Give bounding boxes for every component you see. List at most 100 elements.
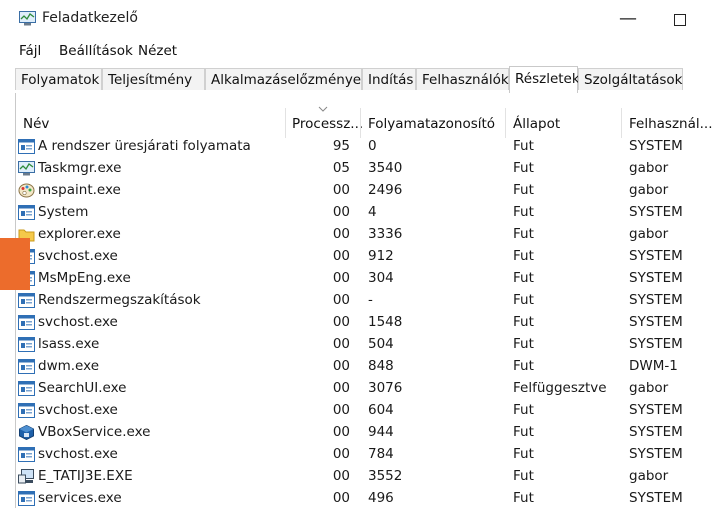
- highlight-marker: [0, 238, 30, 290]
- process-name: mspaint.exe: [38, 182, 121, 198]
- window-icon: [18, 139, 35, 154]
- table-row[interactable]: MsMpEng.exe 00 304 Fut SYSTEM: [16, 268, 721, 290]
- minimize-button[interactable]: —: [613, 6, 643, 34]
- task-manager-icon: [19, 11, 36, 26]
- maximize-button[interactable]: [665, 6, 695, 34]
- process-name: Rendszermegszakítások: [38, 292, 201, 308]
- process-user: SYSTEM: [629, 402, 683, 418]
- process-name: VBoxService.exe: [38, 424, 151, 440]
- tab-processes[interactable]: Folyamatok: [15, 68, 102, 90]
- menu-file[interactable]: Fájl: [19, 43, 41, 59]
- table-row[interactable]: System 00 4 Fut SYSTEM: [16, 202, 721, 224]
- process-status: Fut: [513, 138, 534, 154]
- window-icon: [18, 403, 35, 418]
- process-pid: -: [368, 292, 373, 308]
- process-name: System: [38, 204, 89, 220]
- process-pid: 3552: [368, 468, 403, 484]
- column-header-name[interactable]: Név: [23, 116, 49, 138]
- window-icon: [18, 293, 35, 308]
- process-status: Fut: [513, 314, 534, 330]
- process-name: E_TATIJ3E.EXE: [38, 468, 133, 484]
- process-pid: 3540: [368, 160, 403, 176]
- tab-services[interactable]: Szolgáltatások: [578, 68, 683, 90]
- column-header-pid[interactable]: Folyamatazonosító: [368, 116, 495, 138]
- tab-bar: Folyamatok Teljesítmény Alkalmazáselőzmé…: [15, 66, 721, 94]
- process-cpu: 00: [332, 314, 350, 330]
- maximize-icon: [674, 14, 686, 26]
- window-icon: [18, 381, 35, 396]
- table-row[interactable]: SearchUI.exe 00 3076 Felfüggesztve gabor: [16, 378, 721, 400]
- window-title: Feladatkezelő: [42, 10, 138, 26]
- process-cpu: 00: [332, 182, 350, 198]
- process-status: Fut: [513, 182, 534, 198]
- table-row[interactable]: svchost.exe 00 604 Fut SYSTEM: [16, 400, 721, 422]
- window-icon: [18, 205, 35, 220]
- table-row[interactable]: Taskmgr.exe 05 3540 Fut gabor: [16, 158, 721, 180]
- table-row[interactable]: explorer.exe 00 3336 Fut gabor: [16, 224, 721, 246]
- computer-icon: [18, 469, 34, 484]
- table-row[interactable]: A rendszer üresjárati folyamata 95 0 Fut…: [16, 136, 721, 158]
- table-row[interactable]: svchost.exe 00 912 Fut SYSTEM: [16, 246, 721, 268]
- process-user: DWM-1: [629, 358, 678, 374]
- column-header-cpu[interactable]: Processz...: [292, 116, 363, 138]
- process-pid: 496: [368, 490, 394, 506]
- column-divider[interactable]: [505, 108, 506, 138]
- table-row[interactable]: VBoxService.exe 00 944 Fut SYSTEM: [16, 422, 721, 444]
- process-cpu: 00: [332, 402, 350, 418]
- tab-startup[interactable]: Indítás: [362, 68, 416, 90]
- column-header-user[interactable]: Felhasznál...: [629, 116, 713, 138]
- process-user: SYSTEM: [629, 424, 683, 440]
- process-user: SYSTEM: [629, 270, 683, 286]
- process-status: Fut: [513, 160, 534, 176]
- process-name: svchost.exe: [38, 248, 118, 264]
- menu-bar: Fájl Beállítások Nézet: [0, 40, 721, 64]
- tab-performance[interactable]: Teljesítmény: [102, 68, 205, 90]
- process-pid: 784: [368, 446, 394, 462]
- task-manager-icon: [18, 161, 35, 176]
- process-cpu: 00: [332, 204, 350, 220]
- process-status: Fut: [513, 292, 534, 308]
- process-status: Fut: [513, 336, 534, 352]
- window-icon: [18, 491, 35, 506]
- table-row[interactable]: E_TATIJ3E.EXE 00 3552 Fut gabor: [16, 466, 721, 488]
- menu-view[interactable]: Nézet: [138, 43, 177, 59]
- column-divider[interactable]: [621, 108, 622, 138]
- column-divider[interactable]: [285, 108, 286, 138]
- process-cpu: 00: [332, 446, 350, 462]
- menu-options[interactable]: Beállítások: [59, 43, 133, 59]
- process-pid: 2496: [368, 182, 403, 198]
- process-user: gabor: [629, 468, 669, 484]
- process-status: Fut: [513, 248, 534, 264]
- table-row[interactable]: services.exe 00 496 Fut SYSTEM: [16, 488, 721, 510]
- table-row[interactable]: dwm.exe 00 848 Fut DWM-1: [16, 356, 721, 378]
- virtualbox-icon: [19, 425, 34, 440]
- tab-users[interactable]: Felhasználók: [416, 68, 509, 90]
- process-pid: 1548: [368, 314, 403, 330]
- tab-details[interactable]: Részletek: [509, 66, 580, 94]
- process-user: gabor: [629, 182, 669, 198]
- title-bar: Feladatkezelő —: [0, 0, 721, 40]
- paint-icon: [18, 183, 35, 198]
- process-name: dwm.exe: [38, 358, 100, 374]
- process-status: Fut: [513, 402, 534, 418]
- process-cpu: 00: [332, 468, 350, 484]
- window-icon: [18, 337, 35, 352]
- column-header-status[interactable]: Állapot: [513, 116, 560, 138]
- table-row[interactable]: lsass.exe 00 504 Fut SYSTEM: [16, 334, 721, 356]
- process-cpu: 00: [332, 490, 350, 506]
- process-status: Fut: [513, 270, 534, 286]
- process-status: Fut: [513, 468, 534, 484]
- process-user: gabor: [629, 226, 669, 242]
- table-row[interactable]: svchost.exe 00 784 Fut SYSTEM: [16, 444, 721, 466]
- process-list: A rendszer üresjárati folyamata 95 0 Fut…: [16, 136, 721, 510]
- tab-app-history[interactable]: Alkalmazáselőzmények: [205, 68, 369, 90]
- process-pid: 0: [368, 138, 377, 154]
- table-row[interactable]: mspaint.exe 00 2496 Fut gabor: [16, 180, 721, 202]
- process-name: svchost.exe: [38, 314, 118, 330]
- process-status: Fut: [513, 490, 534, 506]
- table-row[interactable]: svchost.exe 00 1548 Fut SYSTEM: [16, 312, 721, 334]
- column-divider[interactable]: [360, 108, 361, 138]
- window-icon: [18, 359, 35, 374]
- table-row[interactable]: Rendszermegszakítások 00 - Fut SYSTEM: [16, 290, 721, 312]
- process-name: lsass.exe: [38, 336, 100, 352]
